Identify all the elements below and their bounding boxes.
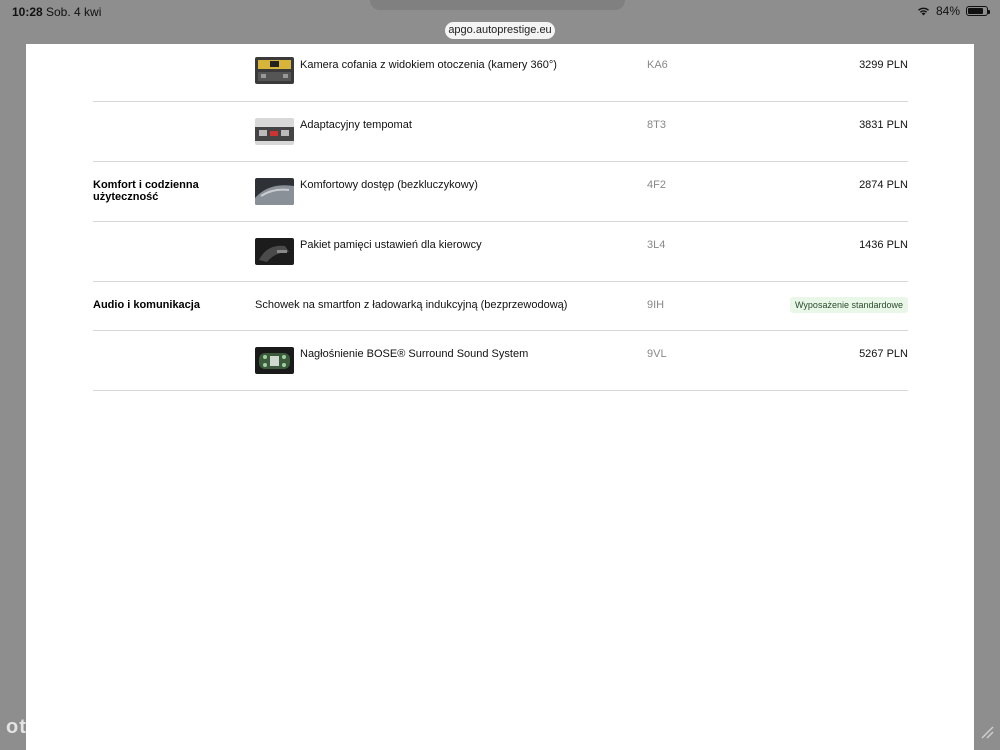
category-label: Komfort i codzienna użyteczność — [93, 179, 199, 203]
option-price: 2874 PLN — [859, 179, 908, 191]
option-label: Schowek na smartfon z ładowarką indukcyj… — [255, 299, 568, 311]
option-row[interactable]: Audio i komunikacja Schowek na smartfon … — [93, 281, 908, 331]
option-price: 5267 PLN — [859, 348, 908, 360]
top-blur — [370, 0, 625, 10]
option-row[interactable]: Kamera cofania z widokiem otoczenia (kam… — [93, 44, 908, 102]
option-row[interactable]: Komfort i codzienna użyteczność Komforto… — [93, 161, 908, 222]
option-code: 3L4 — [647, 239, 666, 251]
battery-percent: 84% — [935, 4, 960, 18]
option-code: 8T3 — [647, 119, 666, 131]
battery-fill — [968, 8, 983, 14]
option-price: 1436 PLN — [859, 239, 908, 251]
status-time: 10:28 — [12, 5, 43, 19]
option-code: 9VL — [647, 348, 667, 360]
option-price: 3831 PLN — [859, 119, 908, 131]
option-code: 4F2 — [647, 179, 666, 191]
url-bar[interactable]: apgo.autoprestige.eu — [445, 22, 555, 39]
option-label: Pakiet pamięci ustawień dla kierowcy — [300, 239, 482, 251]
keyless-thumbnail — [255, 178, 294, 205]
memory-seat-thumbnail — [255, 238, 294, 265]
option-label: Komfortowy dostęp (bezkluczykowy) — [300, 179, 478, 191]
options-sheet: Kamera cofania z widokiem otoczenia (kam… — [26, 44, 974, 750]
option-row[interactable]: Nagłośnienie BOSE® Surround Sound System… — [93, 330, 908, 391]
category-label: Audio i komunikacja — [93, 299, 200, 311]
standard-equipment-badge: Wyposażenie standardowe — [790, 297, 908, 313]
status-date: Sob. 4 kwi — [46, 5, 102, 19]
cruise-control-thumbnail — [255, 118, 294, 145]
option-row[interactable]: Adaptacyjny tempomat 8T3 3831 PLN — [93, 101, 908, 162]
option-label: Nagłośnienie BOSE® Surround Sound System — [300, 348, 529, 360]
bose-thumbnail — [255, 347, 294, 374]
resize-handle-icon[interactable] — [980, 725, 994, 744]
battery-icon — [966, 6, 990, 16]
option-label: Kamera cofania z widokiem otoczenia (kam… — [300, 59, 557, 71]
option-row[interactable]: Pakiet pamięci ustawień dla kierowcy 3L4… — [93, 221, 908, 282]
wifi-icon — [917, 6, 930, 16]
status-right: 84% — [917, 4, 990, 18]
option-code: KA6 — [647, 59, 668, 71]
watermark-logo: otomoto — [6, 716, 93, 738]
option-label: Adaptacyjny tempomat — [300, 119, 412, 131]
camera-thumbnail — [255, 57, 294, 84]
battery-tip — [988, 10, 990, 14]
option-code: 9IH — [647, 299, 665, 311]
option-price: 3299 PLN — [859, 59, 908, 71]
